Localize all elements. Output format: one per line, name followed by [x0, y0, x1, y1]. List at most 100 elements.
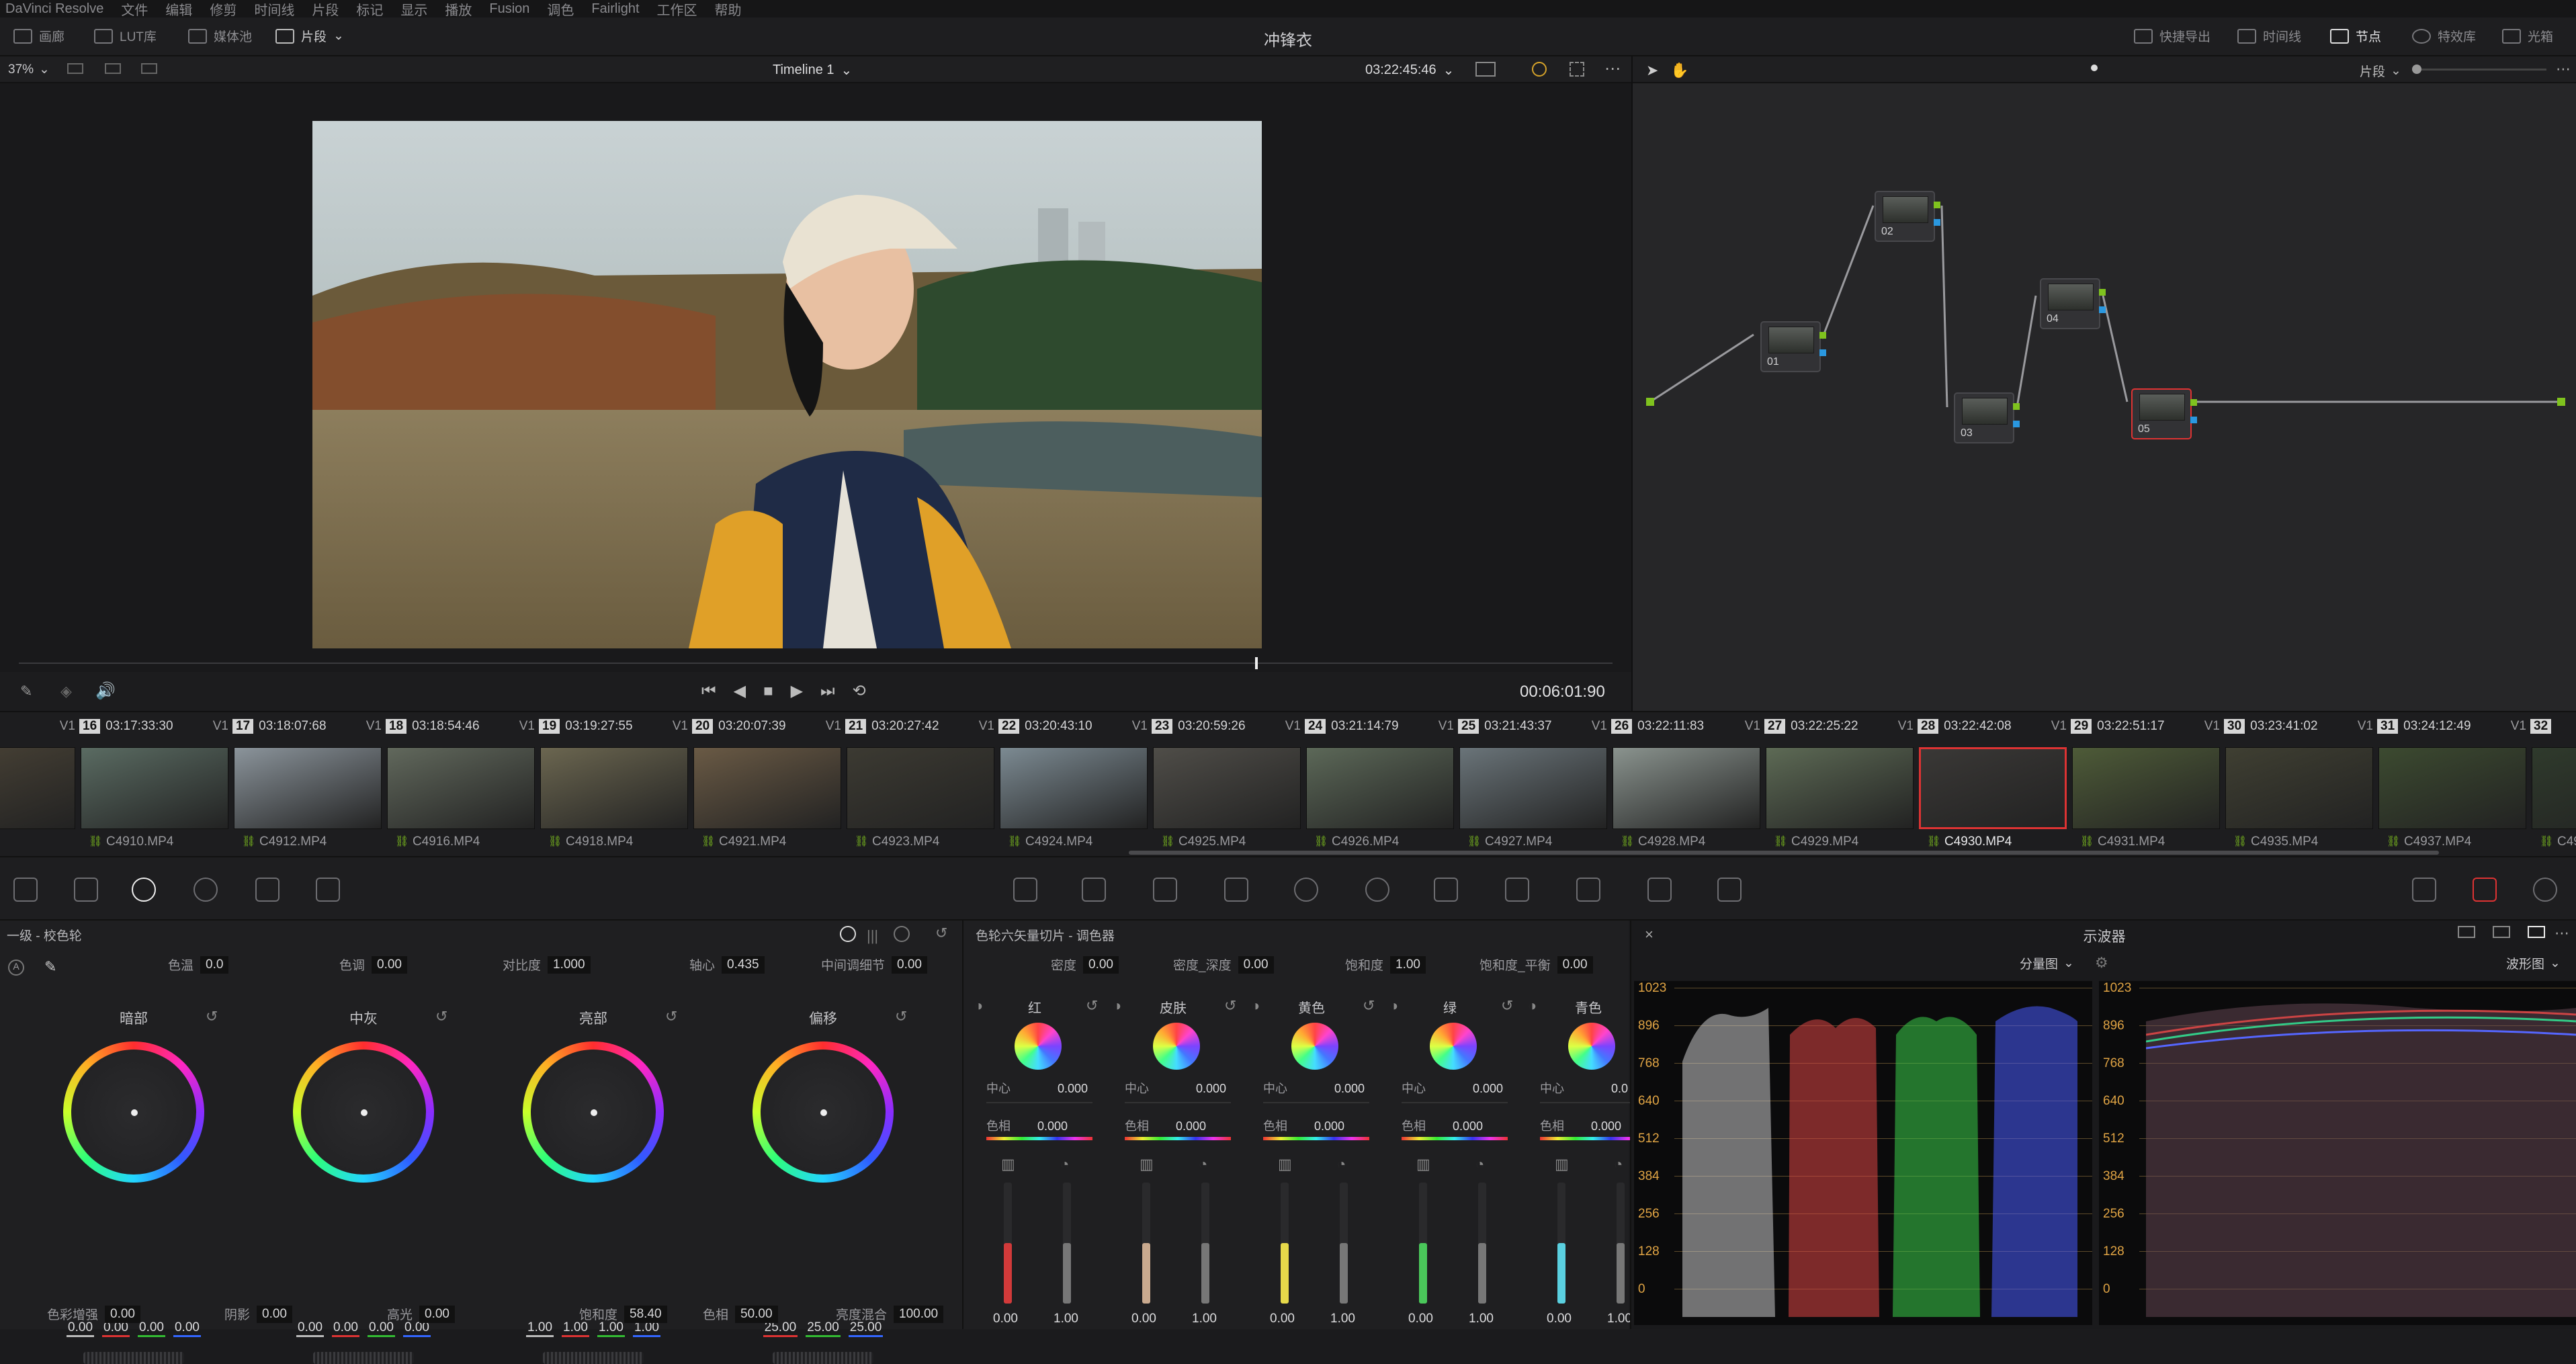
sizing-icon[interactable]	[1576, 878, 1600, 902]
node-key-output[interactable]	[2013, 421, 2020, 427]
low-value[interactable]: 0.00	[1408, 1312, 1433, 1326]
clip-thumbnail-item[interactable]: 22 03:20:43:10 V1 ⛓ C4924.MP4	[998, 712, 1152, 857]
color-wheel-2[interactable]: 亮部 ↺ 1.00 1.00 1.00 1.00	[503, 1008, 684, 1364]
tracker-icon[interactable]	[1294, 878, 1318, 902]
center-row[interactable]: 中心 0.000	[1402, 1079, 1503, 1097]
node-03[interactable]: 03	[1954, 392, 2020, 443]
lut-tool-icon[interactable]	[2412, 878, 2436, 902]
vector-mini-wheel[interactable]	[1153, 1023, 1200, 1070]
wheels-mode-icon[interactable]	[840, 926, 856, 942]
center-row[interactable]: 中心 0.0	[1540, 1079, 1628, 1097]
node-editor[interactable]: ➤ ✋ 片段 ⌄ ⋯ 01 02 03 04 05	[1631, 56, 2576, 711]
low-value[interactable]: 0.00	[1547, 1312, 1572, 1326]
param-value[interactable]: 0.00	[1557, 955, 1593, 974]
blur-icon[interactable]	[1434, 878, 1458, 902]
play-reverse-icon[interactable]: ◀	[734, 681, 746, 701]
hdr-wheels-icon[interactable]	[194, 878, 218, 902]
low-slider[interactable]	[1142, 1183, 1150, 1304]
wheel-bottom-param[interactable]: 饱和度 58.40	[579, 1305, 667, 1323]
param-value[interactable]: 50.00	[735, 1305, 778, 1323]
playhead[interactable]	[1255, 657, 1258, 669]
menu-item[interactable]: 帮助	[715, 0, 742, 19]
wheel-param[interactable]: 中间调细节 0.00	[821, 955, 927, 974]
menu-item[interactable]: 标记	[356, 0, 383, 19]
param-value[interactable]: 0.00	[257, 1305, 292, 1323]
compare-view-icon[interactable]	[141, 63, 157, 74]
info-icon[interactable]	[2533, 878, 2557, 902]
more-options-icon[interactable]: ⋯	[1604, 59, 1621, 79]
jump-end-icon[interactable]: ⏭	[820, 682, 835, 701]
curves-icon[interactable]	[1013, 878, 1037, 902]
hue-vector-column[interactable]: ◑ 皮肤 ↺ 中心 0.000 色相 0.000 ▥ ◔ 0.00 1.00	[1113, 994, 1247, 1329]
wheel-param[interactable]: 轴心 0.435	[689, 955, 765, 974]
clip-thumbnail-item[interactable]: :59:43 V1 ⛓	[0, 712, 79, 857]
clip-thumbnail-item[interactable]: 32 ⛓ C494	[2530, 712, 2576, 857]
color-wheel-3[interactable]: 偏移 ↺ 25.00 25.00 25.00	[732, 1008, 914, 1364]
menu-item[interactable]: 修剪	[210, 0, 237, 19]
param-value[interactable]: 0.00	[1083, 955, 1119, 974]
layout-single-icon[interactable]	[2458, 926, 2475, 938]
menu-item[interactable]: Fairlight	[591, 1, 639, 17]
reset-icon[interactable]: ↺	[206, 1008, 218, 1025]
node-key-output[interactable]	[1934, 219, 1940, 226]
scopes-toggle-icon[interactable]	[2473, 878, 2497, 902]
eyedropper-icon[interactable]: ✎	[20, 683, 32, 700]
high-slider[interactable]	[1478, 1183, 1486, 1304]
menu-item[interactable]: 文件	[121, 0, 148, 19]
clip-thumbnail-item[interactable]: 19 03:19:27:55 V1 ⛓ C4918.MP4	[539, 712, 692, 857]
high-value[interactable]: 1.00	[1054, 1312, 1078, 1326]
wheel-bottom-param[interactable]: 亮度混合 100.00	[836, 1305, 944, 1323]
param-value[interactable]: 100.00	[894, 1305, 944, 1323]
qualifier-icon[interactable]	[1153, 878, 1177, 902]
clip-thumbnail-item[interactable]: 31 03:24:12:49 V1 ⛓ C4937.MP4	[2377, 712, 2530, 857]
center-row[interactable]: 中心 0.000	[1263, 1079, 1365, 1097]
reset-icon[interactable]: ↺	[1363, 997, 1375, 1015]
hue-row[interactable]: 色相 0.000	[1125, 1117, 1206, 1134]
low-slider[interactable]	[1281, 1183, 1289, 1304]
color-warper-icon[interactable]	[1082, 878, 1106, 902]
wheel-jog-slider[interactable]	[83, 1352, 184, 1364]
wheel-param[interactable]: 色调 0.00	[339, 955, 407, 974]
clip-strip-scrollbar[interactable]	[1129, 851, 2439, 855]
node-key-output[interactable]	[2190, 417, 2197, 423]
param-value[interactable]: 0.0	[200, 955, 229, 974]
single-view-icon[interactable]	[67, 63, 83, 74]
viewer-mode-icon[interactable]	[1475, 62, 1496, 77]
hue-row[interactable]: 色相 0.000	[986, 1117, 1068, 1134]
hue-row[interactable]: 色相 0.000	[1402, 1117, 1483, 1134]
wheel-center-handle[interactable]	[131, 1109, 138, 1116]
node-key-output[interactable]	[1819, 349, 1826, 356]
3d-icon[interactable]	[1647, 878, 1672, 902]
picker-icon[interactable]: ✎	[44, 958, 56, 976]
menu-item[interactable]: 工作区	[657, 0, 697, 19]
high-value[interactable]: 1.00	[1330, 1312, 1355, 1326]
menu-item[interactable]: Fusion	[489, 1, 529, 17]
hue-vector-column[interactable]: ◑ 红 ↺ 中心 0.000 色相 0.000 ▥ ◔ 0.00 1.00	[974, 994, 1109, 1329]
low-slider[interactable]	[1557, 1183, 1565, 1304]
node-rgb-output[interactable]	[2013, 403, 2020, 410]
node-02[interactable]: 02	[1875, 191, 1940, 242]
timeline-select[interactable]: Timeline 1 ⌄	[773, 62, 852, 79]
menu-item[interactable]: 显示	[400, 0, 427, 19]
node-key-output[interactable]	[2099, 306, 2106, 313]
wheel-jog-slider[interactable]	[773, 1352, 873, 1364]
key-icon[interactable]	[1505, 878, 1529, 902]
color-icon[interactable]	[1532, 62, 1547, 77]
video-preview[interactable]	[312, 121, 1262, 648]
vector-mini-wheel[interactable]	[1015, 1023, 1062, 1070]
clip-thumbnail-item[interactable]: 18 03:18:54:46 V1 ⛓ C4916.MP4	[386, 712, 539, 857]
timeline-button[interactable]: 时间线	[2237, 27, 2301, 45]
stereo-icon[interactable]	[1717, 878, 1742, 902]
color-match-icon[interactable]	[74, 878, 98, 902]
high-value[interactable]: 1.00	[1469, 1312, 1494, 1326]
clip-thumbnail-item[interactable]: 17 03:18:07:68 V1 ⛓ C4912.MP4	[232, 712, 386, 857]
wheel-center-handle[interactable]	[591, 1109, 597, 1116]
magic-mask-icon[interactable]	[1365, 878, 1389, 902]
hue-param[interactable]: 饱和度 1.00	[1345, 955, 1426, 974]
param-value[interactable]: 0.00	[372, 955, 407, 974]
param-value[interactable]: 0.00	[419, 1305, 455, 1323]
reset-icon[interactable]: ↺	[1086, 997, 1098, 1015]
reset-icon[interactable]: ↺	[435, 1008, 447, 1025]
highlight-icon[interactable]: ◈	[60, 683, 72, 700]
reset-icon[interactable]: ↺	[665, 1008, 677, 1025]
